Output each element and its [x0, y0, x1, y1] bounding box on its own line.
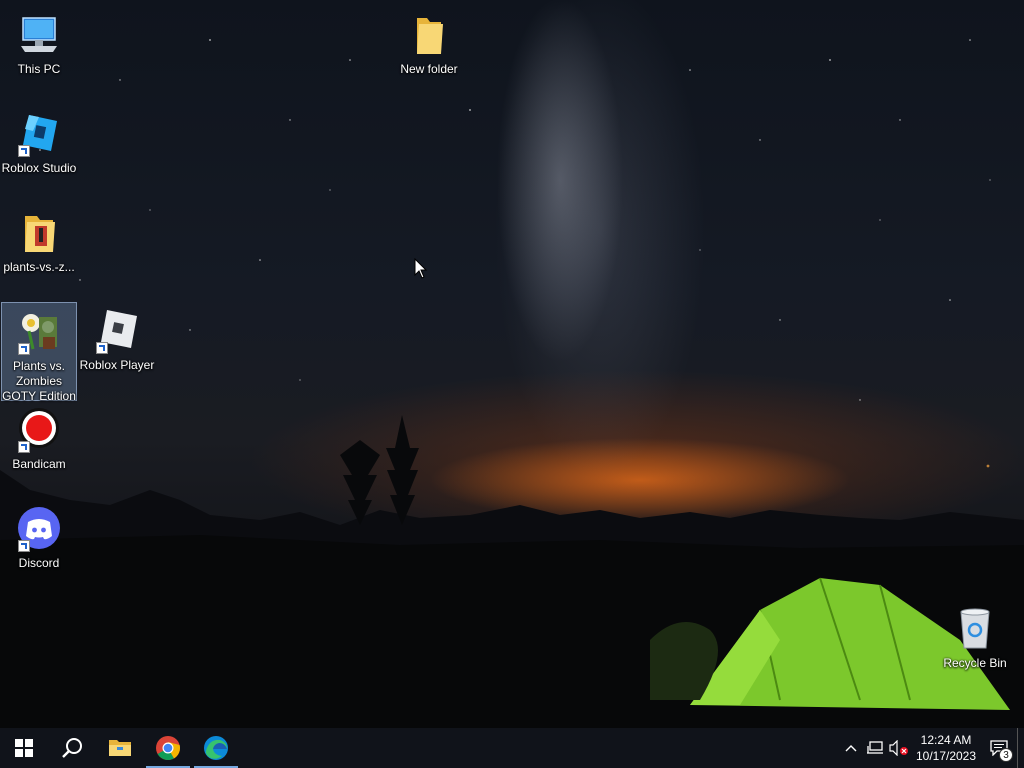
- network-button[interactable]: [863, 728, 887, 768]
- recycle-bin-icon: [951, 606, 999, 652]
- desktop-icon-roblox-studio[interactable]: Roblox Studio: [1, 105, 77, 201]
- shortcut-arrow-icon: [96, 342, 108, 354]
- shortcut-arrow-icon: [18, 343, 30, 355]
- desktop-icon-this-pc[interactable]: This PC: [1, 6, 77, 102]
- mouse-cursor-icon: [414, 258, 428, 279]
- file-explorer-button[interactable]: [96, 728, 144, 768]
- clock-time: 12:24 AM: [920, 733, 972, 747]
- volume-button[interactable]: [887, 728, 911, 768]
- folder-icon: [405, 12, 453, 58]
- desktop-icon-plants-vs-zombies[interactable]: Plants vs. Zombies GOTY Edition: [1, 302, 77, 403]
- desktop-icon-label: Roblox Player: [79, 358, 155, 372]
- desktop-icon-label: Discord: [18, 556, 60, 570]
- chrome-button[interactable]: [144, 728, 192, 768]
- search-icon: [62, 738, 82, 758]
- action-center-button[interactable]: 3: [981, 728, 1017, 768]
- chrome-icon: [156, 736, 180, 761]
- taskbar: 12:24 AM 10/17/2023 3: [0, 728, 1024, 768]
- desktop-icon-discord[interactable]: Discord: [1, 500, 77, 596]
- desktop-icon-roblox-player[interactable]: Roblox Player: [79, 302, 155, 398]
- roblox-player-icon: [93, 308, 141, 354]
- file-explorer-icon: [109, 740, 131, 756]
- show-hidden-icons-button[interactable]: [839, 728, 863, 768]
- roblox-studio-icon: [15, 111, 63, 157]
- start-button[interactable]: [0, 728, 48, 768]
- discord-icon: [15, 506, 63, 552]
- desktop-icon-label: Plants vs. Zombies GOTY Edition: [2, 359, 76, 403]
- zip-folder-icon: [15, 210, 63, 256]
- desktop-icon-new-folder[interactable]: New folder: [391, 6, 467, 102]
- edge-icon: [204, 736, 228, 760]
- edge-button[interactable]: [192, 728, 240, 768]
- desktop-icon-label: Recycle Bin: [943, 656, 1007, 670]
- desktop-icon-label: plants-vs.-z...: [3, 260, 75, 274]
- desktop-icon-recycle-bin[interactable]: Recycle Bin: [937, 600, 1013, 696]
- clock-date: 10/17/2023: [915, 749, 977, 763]
- desktop-icon-label: Roblox Studio: [1, 161, 77, 175]
- network-icon: [867, 741, 883, 754]
- chevron-up-icon: [845, 745, 857, 752]
- shortcut-arrow-icon: [18, 441, 30, 453]
- shortcut-arrow-icon: [18, 145, 30, 157]
- this-pc-icon: [15, 12, 63, 58]
- desktop-icon-label: This PC: [17, 62, 61, 76]
- volume-muted-icon: [889, 740, 908, 756]
- bandicam-icon: [15, 407, 63, 453]
- shortcut-arrow-icon: [18, 540, 30, 552]
- notification-count-badge: 3: [999, 748, 1013, 762]
- windows-logo-icon: [15, 739, 33, 757]
- search-button[interactable]: [48, 728, 96, 768]
- desktop-icon-bandicam[interactable]: Bandicam: [1, 401, 77, 497]
- system-tray: 12:24 AM 10/17/2023 3: [839, 728, 1024, 768]
- desktop-icon-plants-vs-zip[interactable]: plants-vs.-z...: [1, 204, 77, 300]
- plants-vs-zombies-icon: [15, 309, 63, 355]
- show-desktop-button[interactable]: [1017, 728, 1024, 768]
- taskbar-clock[interactable]: 12:24 AM 10/17/2023: [911, 732, 981, 764]
- desktop-icon-label: New folder: [400, 62, 458, 76]
- desktop-icon-label: Bandicam: [12, 457, 66, 471]
